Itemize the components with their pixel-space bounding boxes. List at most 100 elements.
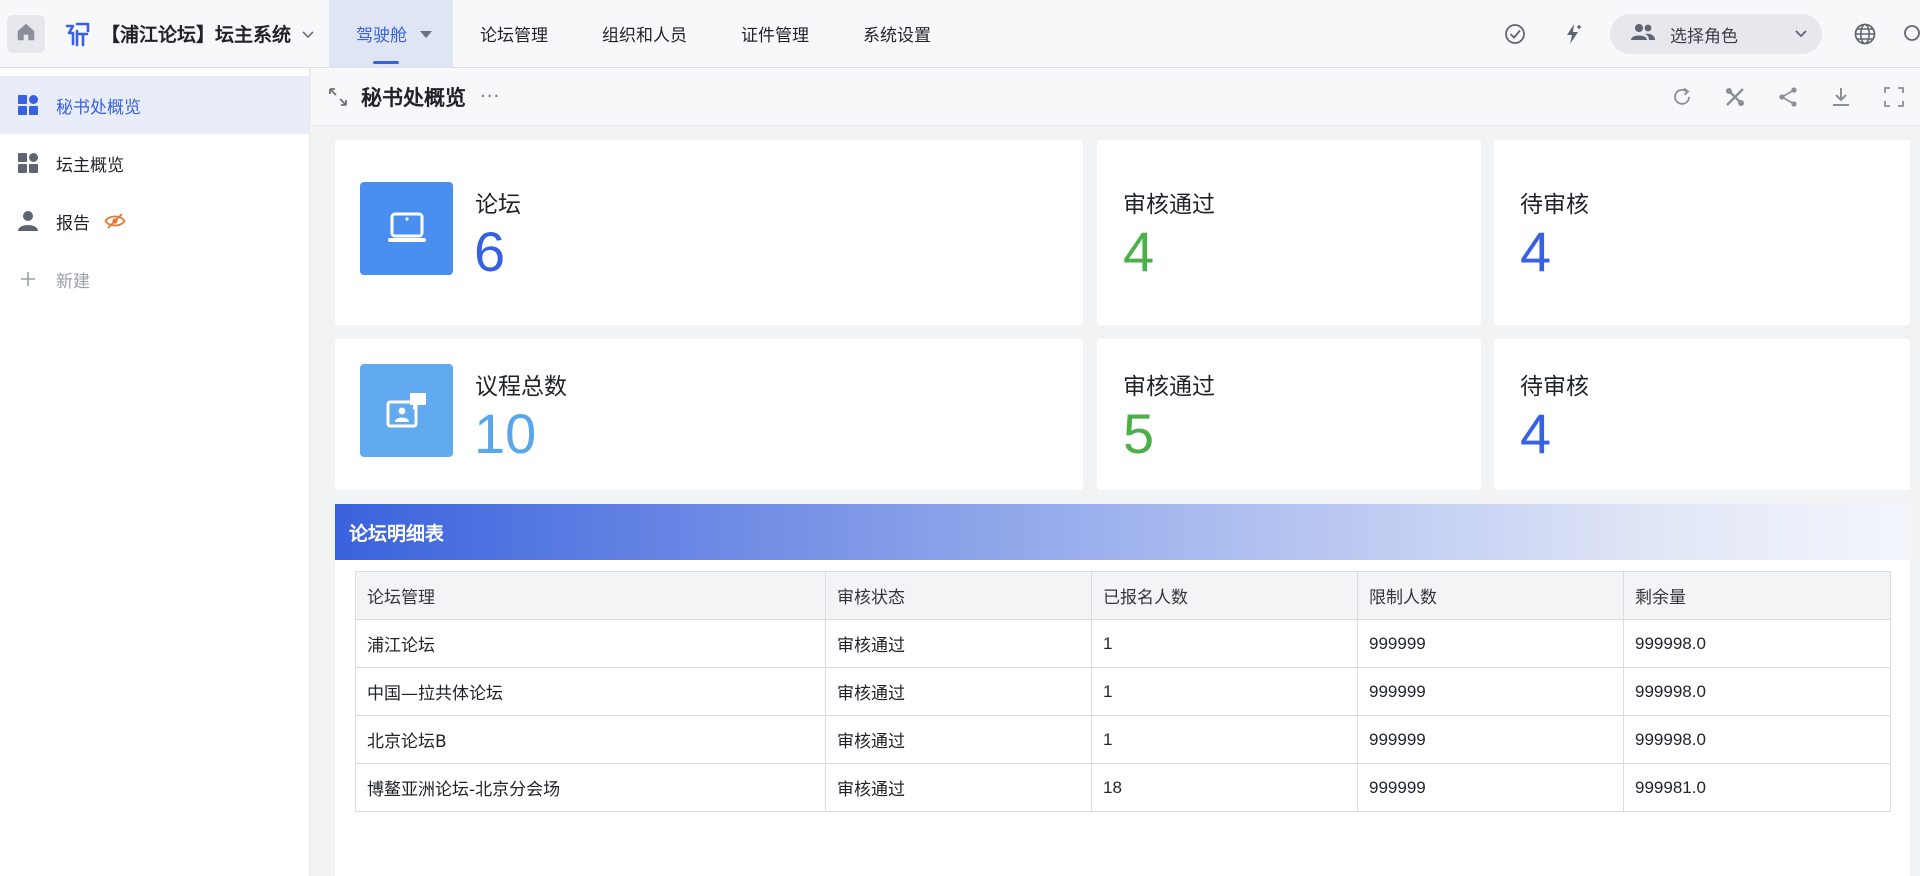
fullscreen-icon[interactable] bbox=[1867, 68, 1920, 126]
forum-pending-card: 待审核 4 bbox=[1494, 140, 1910, 325]
top-bar: 【浦江论坛】坛主系统 驾驶舱 论坛管理 组织和人员 证件管理 系统设置 选择角色 bbox=[0, 0, 1920, 68]
role-select[interactable]: 选择角色 bbox=[1610, 14, 1822, 54]
dashboard-icon bbox=[16, 151, 40, 175]
role-select-placeholder: 选择角色 bbox=[1670, 26, 1738, 47]
table-row[interactable]: 中国—拉共体论坛 审核通过 1 999999 999998.0 bbox=[355, 667, 1891, 716]
nav-active-indicator bbox=[373, 60, 400, 64]
table-cell: 审核通过 bbox=[825, 715, 1092, 764]
table-row[interactable]: 北京论坛B 审核通过 1 999999 999998.0 bbox=[355, 715, 1891, 764]
nav-system-settings[interactable]: 系统设置 bbox=[836, 0, 958, 68]
table-cell: 999999 bbox=[1357, 715, 1624, 764]
plus-icon bbox=[16, 267, 40, 291]
sidebar-item-new[interactable]: 新建 bbox=[0, 250, 309, 308]
table-cell: 999998.0 bbox=[1623, 715, 1891, 764]
table-cell: 审核通过 bbox=[825, 763, 1092, 812]
sidebar-item-secretariat-overview[interactable]: 秘书处概览 bbox=[0, 76, 309, 134]
home-button[interactable] bbox=[7, 14, 45, 53]
table-cell: 999998.0 bbox=[1623, 619, 1891, 668]
table-cell: 999999 bbox=[1357, 667, 1624, 716]
tools-icon[interactable] bbox=[1708, 68, 1761, 126]
search-icon[interactable] bbox=[1902, 19, 1920, 49]
table-cell: 999999 bbox=[1357, 763, 1624, 812]
column-header[interactable]: 剩余量 bbox=[1623, 571, 1891, 620]
content-header: 秘书处概览 ··· bbox=[311, 68, 1920, 126]
stat-label: 审核通过 bbox=[1123, 192, 1215, 218]
globe-icon[interactable] bbox=[1850, 19, 1880, 49]
stat-label: 待审核 bbox=[1520, 192, 1589, 218]
app-title[interactable]: 【浦江论坛】坛主系统 bbox=[101, 20, 291, 47]
sidebar-item-owner-overview[interactable]: 坛主概览 bbox=[0, 134, 309, 192]
chevron-down-icon[interactable] bbox=[301, 27, 315, 41]
table-cell: 18 bbox=[1091, 763, 1358, 812]
forum-detail-panel: 论坛明细表 论坛管理 审核状态 已报名人数 限制人数 剩余量 浦江论坛 审核通过… bbox=[335, 504, 1910, 876]
nav-system-settings-label: 系统设置 bbox=[863, 26, 932, 46]
stat-value: 4 bbox=[1520, 220, 1552, 283]
stat-value: 6 bbox=[474, 220, 506, 283]
sidebar-item-label: 报告 bbox=[56, 213, 90, 234]
table-row[interactable]: 博鳌亚洲论坛-北京分会场 审核通过 18 999999 999981.0 bbox=[355, 763, 1891, 812]
table-cell: 浦江论坛 bbox=[355, 619, 826, 668]
nav-cockpit-label: 驾驶舱 bbox=[356, 26, 408, 46]
table-cell: 1 bbox=[1091, 667, 1358, 716]
stat-value: 10 bbox=[474, 402, 537, 465]
table-cell: 1 bbox=[1091, 619, 1358, 668]
sidebar-item-label: 秘书处概览 bbox=[56, 97, 141, 118]
agenda-approved-card: 审核通过 5 bbox=[1097, 339, 1481, 490]
stat-value: 5 bbox=[1123, 402, 1155, 465]
check-circle-icon[interactable] bbox=[1500, 19, 1530, 49]
nav-credentials[interactable]: 证件管理 bbox=[714, 0, 836, 68]
more-icon[interactable]: ··· bbox=[480, 86, 500, 107]
magic-flash-icon[interactable] bbox=[1558, 19, 1588, 49]
panel-title: 论坛明细表 bbox=[349, 522, 445, 545]
forum-stat-card: 论坛 6 bbox=[335, 140, 1083, 325]
sidebar: 秘书处概览 坛主概览 报告 新建 bbox=[0, 68, 310, 876]
stat-label: 论坛 bbox=[475, 192, 521, 218]
stat-label: 议程总数 bbox=[475, 374, 567, 400]
collapse-arrows-icon[interactable] bbox=[327, 86, 349, 108]
table-cell: 中国—拉共体论坛 bbox=[355, 667, 826, 716]
stat-value: 4 bbox=[1520, 402, 1552, 465]
forum-detail-table: 论坛管理 审核状态 已报名人数 限制人数 剩余量 浦江论坛 审核通过 1 999… bbox=[355, 571, 1891, 812]
table-cell: 北京论坛B bbox=[355, 715, 826, 764]
stat-label: 待审核 bbox=[1520, 374, 1589, 400]
home-icon bbox=[15, 21, 37, 47]
table-row[interactable]: 浦江论坛 审核通过 1 999999 999998.0 bbox=[355, 619, 1891, 668]
sidebar-item-label: 坛主概览 bbox=[56, 155, 124, 176]
stat-value: 4 bbox=[1123, 220, 1155, 283]
table-cell: 999981.0 bbox=[1623, 763, 1891, 812]
forum-approved-card: 审核通过 4 bbox=[1097, 140, 1481, 325]
column-header[interactable]: 审核状态 bbox=[825, 571, 1092, 620]
table-cell: 999999 bbox=[1357, 619, 1624, 668]
table-cell: 博鳌亚洲论坛-北京分会场 bbox=[355, 763, 826, 812]
agenda-pending-card: 待审核 4 bbox=[1494, 339, 1910, 490]
column-header[interactable]: 论坛管理 bbox=[355, 571, 826, 620]
column-header[interactable]: 限制人数 bbox=[1357, 571, 1624, 620]
agenda-message-icon bbox=[360, 364, 453, 457]
nav-forum-management[interactable]: 论坛管理 bbox=[453, 0, 575, 68]
agenda-stat-card: 议程总数 10 bbox=[335, 339, 1083, 490]
sidebar-item-report[interactable]: 报告 bbox=[0, 192, 309, 250]
share-icon[interactable] bbox=[1761, 68, 1814, 126]
main-nav: 驾驶舱 论坛管理 组织和人员 证件管理 系统设置 bbox=[329, 0, 958, 68]
download-icon[interactable] bbox=[1814, 68, 1867, 126]
nav-forum-management-label: 论坛管理 bbox=[480, 26, 549, 46]
nav-org-people-label: 组织和人员 bbox=[602, 26, 688, 46]
stat-label: 审核通过 bbox=[1123, 374, 1215, 400]
nav-cockpit[interactable]: 驾驶舱 bbox=[329, 0, 454, 68]
column-header[interactable]: 已报名人数 bbox=[1091, 571, 1358, 620]
refresh-icon[interactable] bbox=[1655, 68, 1708, 126]
table-cell: 审核通过 bbox=[825, 619, 1092, 668]
table-header-row: 论坛管理 审核状态 已报名人数 限制人数 剩余量 bbox=[355, 571, 1891, 620]
page-title: 秘书处概览 bbox=[361, 85, 466, 110]
table-cell: 1 bbox=[1091, 715, 1358, 764]
table-cell: 审核通过 bbox=[825, 667, 1092, 716]
nav-org-people[interactable]: 组织和人员 bbox=[575, 0, 714, 68]
table-cell: 999998.0 bbox=[1623, 667, 1891, 716]
top-right-tools: 选择角色 bbox=[1500, 0, 1920, 68]
header-tools bbox=[1655, 68, 1920, 126]
caret-down-icon bbox=[419, 29, 433, 39]
eye-off-icon[interactable] bbox=[104, 212, 126, 230]
laptop-icon bbox=[360, 182, 453, 275]
dashboard-icon bbox=[16, 93, 40, 117]
user-icon bbox=[16, 209, 40, 233]
